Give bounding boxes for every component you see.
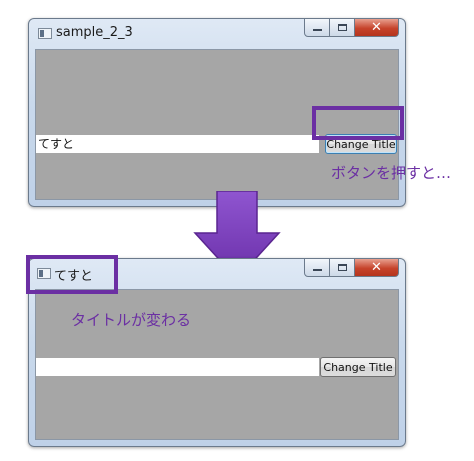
close-button[interactable]: ✕ [355, 258, 399, 277]
button-highlight-box [312, 106, 404, 140]
minimize-button[interactable] [304, 258, 330, 277]
title-input[interactable] [36, 358, 319, 376]
close-button[interactable]: ✕ [355, 18, 399, 37]
minimize-icon [312, 29, 322, 31]
title-callout: タイトルが変わる [71, 311, 192, 329]
window-title: sample_2_3 [56, 25, 133, 40]
close-icon: ✕ [371, 20, 382, 35]
minimize-button[interactable] [304, 18, 330, 37]
maximize-icon [337, 24, 347, 31]
minimize-icon [312, 269, 322, 271]
close-icon: ✕ [371, 260, 382, 275]
title-input[interactable]: てすと [36, 135, 319, 153]
button-callout: ボタンを押すと… [331, 164, 452, 182]
app-window-icon [38, 28, 52, 39]
title-highlight-box [26, 255, 118, 294]
change-title-button[interactable]: Change Title [320, 357, 396, 377]
maximize-button[interactable] [330, 18, 355, 37]
before-title-bar[interactable]: sample_2_3 ✕ [29, 18, 405, 49]
maximize-button[interactable] [330, 258, 355, 277]
maximize-icon [337, 264, 347, 271]
